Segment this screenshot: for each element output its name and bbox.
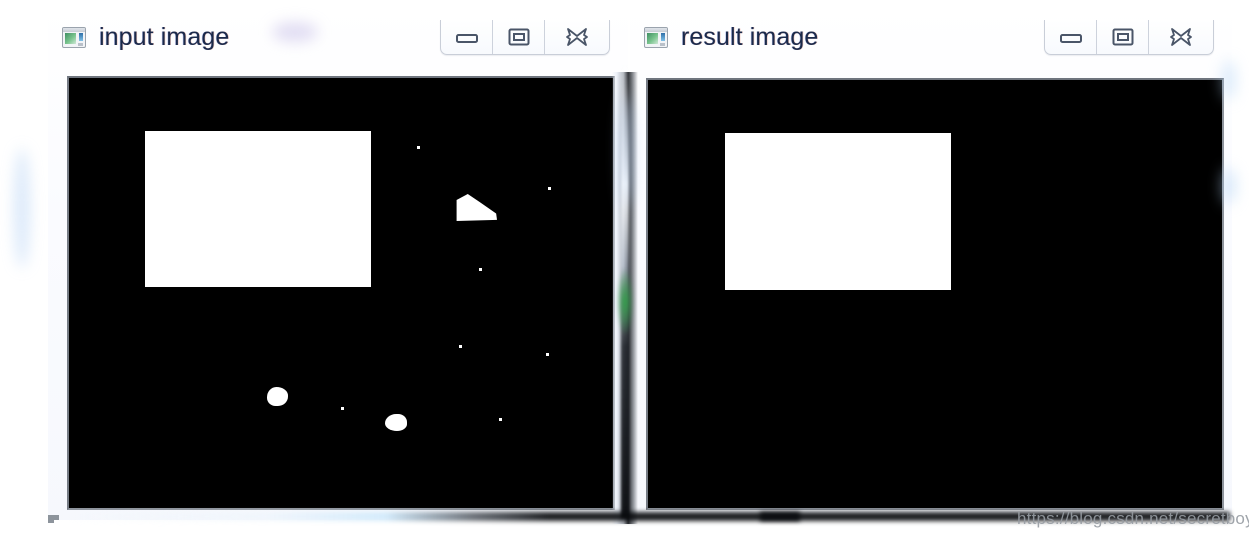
mask-blob-left xyxy=(267,387,288,406)
mask-noise-dot xyxy=(417,146,420,149)
titlebar-input-image[interactable]: input image xyxy=(48,6,628,68)
titlebar-result-image[interactable]: result image xyxy=(630,6,1232,68)
mask-noise-dot xyxy=(459,345,462,348)
maximize-button[interactable] xyxy=(493,19,545,54)
result-image-canvas xyxy=(648,80,1222,508)
minimize-button[interactable] xyxy=(1045,19,1097,54)
result-image-client-area[interactable] xyxy=(646,78,1224,510)
mask-noise-dot xyxy=(499,418,502,421)
window-title-result-image: result image xyxy=(681,22,819,51)
input-image-canvas xyxy=(69,78,613,508)
mask-blob-middle xyxy=(385,414,407,431)
mask-rectangle xyxy=(145,131,371,287)
titlebar-left-group: input image xyxy=(48,23,440,52)
mask-noise-dot xyxy=(341,407,344,410)
input-image-client-area[interactable] xyxy=(67,76,615,510)
image-window-icon xyxy=(62,26,86,48)
minimize-button[interactable] xyxy=(441,19,493,54)
window-title-input-image: input image xyxy=(99,22,230,51)
image-window-icon xyxy=(644,26,668,48)
caption-button-group xyxy=(1044,19,1214,55)
mask-noise-dot xyxy=(548,187,551,190)
mask-rectangle xyxy=(725,133,951,290)
close-button[interactable] xyxy=(545,20,609,54)
close-button[interactable] xyxy=(1149,20,1213,54)
mask-noise-dot xyxy=(546,353,549,356)
maximize-button[interactable] xyxy=(1097,19,1149,54)
background-halo-artifact xyxy=(14,148,30,268)
caption-button-group xyxy=(440,19,610,55)
mask-noise-dot xyxy=(479,268,482,271)
titlebar-left-group: result image xyxy=(630,23,1044,52)
mask-blob-wedge xyxy=(456,194,497,221)
